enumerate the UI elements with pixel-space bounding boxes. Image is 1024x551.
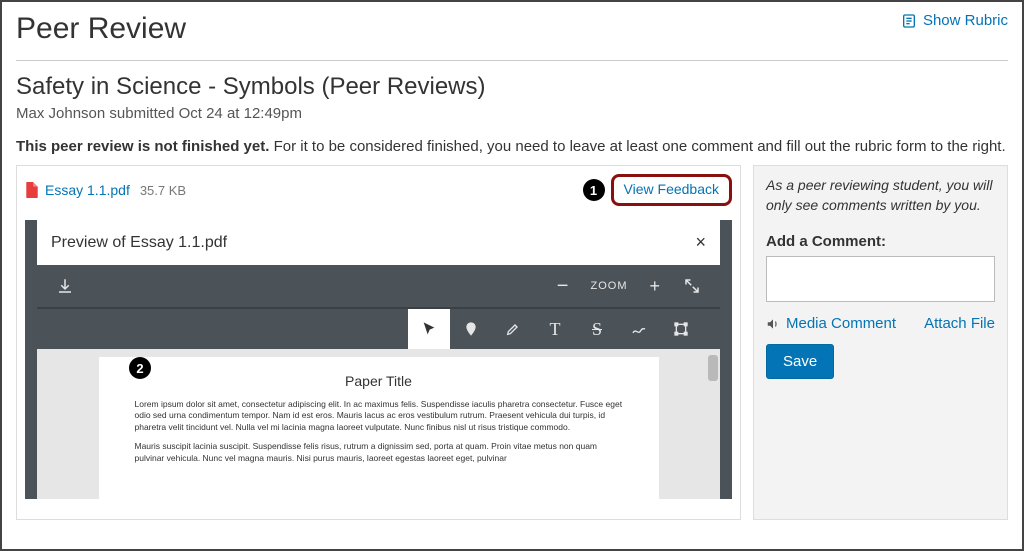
close-icon[interactable]: × bbox=[695, 232, 706, 253]
attach-file-link[interactable]: Attach File bbox=[924, 315, 995, 332]
zoom-label: ZOOM bbox=[590, 280, 627, 292]
view-feedback-link[interactable]: View Feedback bbox=[624, 181, 719, 197]
area-tool[interactable] bbox=[660, 309, 702, 349]
zoom-out-button[interactable]: − bbox=[557, 275, 569, 298]
separator bbox=[16, 60, 1008, 61]
show-rubric-label: Show Rubric bbox=[923, 12, 1008, 29]
pdf-icon bbox=[25, 182, 39, 198]
document-paragraph: Lorem ipsum dolor sit amet, consectetur … bbox=[135, 399, 623, 433]
comment-column: As a peer reviewing student, you will on… bbox=[753, 165, 1008, 520]
file-name-link[interactable]: Essay 1.1.pdf bbox=[45, 182, 130, 198]
document-paragraph: Mauris suscipit lacinia suscipit. Suspen… bbox=[135, 441, 623, 464]
callout-1: 1 bbox=[583, 179, 605, 201]
comment-textarea[interactable] bbox=[766, 256, 995, 302]
speaker-icon bbox=[766, 317, 780, 331]
reviewer-note: As a peer reviewing student, you will on… bbox=[766, 176, 995, 215]
highlight-tool[interactable] bbox=[492, 309, 534, 349]
annotation-toolbar: T S bbox=[37, 309, 720, 349]
preview-header: Preview of Essay 1.1.pdf × bbox=[37, 220, 720, 265]
document-area[interactable]: 2 Paper Title Lorem ipsum dolor sit amet… bbox=[37, 349, 720, 499]
download-icon[interactable] bbox=[55, 276, 75, 296]
rubric-icon bbox=[901, 13, 917, 29]
pointer-tool[interactable] bbox=[408, 309, 450, 349]
media-comment-label: Media Comment bbox=[786, 315, 896, 332]
document-title: Paper Title bbox=[135, 373, 623, 389]
preview-toolbar: − ZOOM + bbox=[37, 265, 720, 309]
document-preview: Preview of Essay 1.1.pdf × − ZOOM + bbox=[25, 220, 732, 499]
file-row: Essay 1.1.pdf 35.7 KB 1 View Feedback bbox=[25, 172, 732, 208]
pin-tool[interactable] bbox=[450, 309, 492, 349]
submitted-text: Max Johnson submitted Oct 24 at 12:49pm bbox=[16, 105, 1008, 122]
freedraw-tool[interactable] bbox=[618, 309, 660, 349]
submission-column: Essay 1.1.pdf 35.7 KB 1 View Feedback Pr… bbox=[16, 165, 741, 520]
warning-row: This peer review is not finished yet. Fo… bbox=[16, 138, 1008, 155]
view-feedback-box: View Feedback bbox=[611, 174, 732, 206]
strikethrough-tool[interactable]: S bbox=[576, 309, 618, 349]
preview-header-title: Preview of Essay 1.1.pdf bbox=[51, 234, 227, 252]
assignment-title: Safety in Science - Symbols (Peer Review… bbox=[16, 73, 1008, 101]
text-tool[interactable]: T bbox=[534, 309, 576, 349]
callout-2: 2 bbox=[129, 357, 151, 379]
fullscreen-icon[interactable] bbox=[682, 276, 702, 296]
add-comment-label: Add a Comment: bbox=[766, 233, 995, 250]
document-page: Paper Title Lorem ipsum dolor sit amet, … bbox=[99, 357, 659, 499]
warning-rest: For it to be considered finished, you ne… bbox=[269, 138, 1005, 155]
show-rubric-link[interactable]: Show Rubric bbox=[901, 12, 1008, 29]
scrollbar[interactable] bbox=[708, 355, 718, 381]
media-comment-link[interactable]: Media Comment bbox=[766, 315, 896, 332]
page-title: Peer Review bbox=[16, 12, 186, 46]
file-size: 35.7 KB bbox=[140, 183, 186, 198]
warning-bold: This peer review is not finished yet. bbox=[16, 138, 269, 155]
zoom-in-button[interactable]: + bbox=[649, 276, 660, 297]
save-button[interactable]: Save bbox=[766, 344, 834, 379]
